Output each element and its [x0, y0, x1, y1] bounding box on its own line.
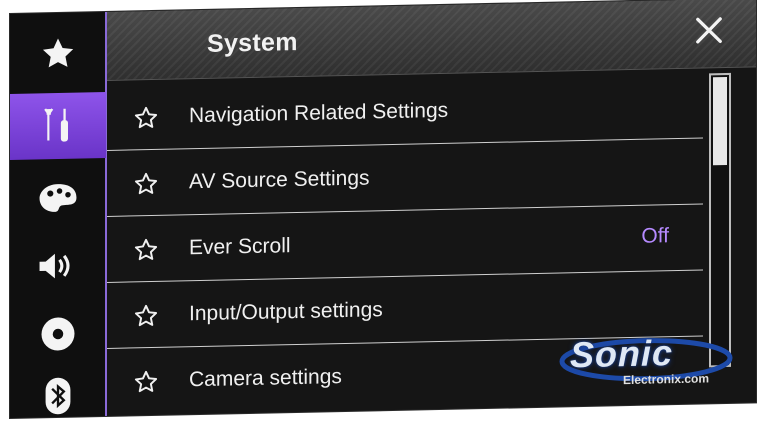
sidebar-item-bluetooth[interactable] — [10, 362, 105, 418]
list-item-label: Camera settings — [189, 365, 342, 392]
disc-icon — [41, 317, 74, 351]
favorite-star-icon[interactable] — [133, 171, 159, 198]
settings-list: Navigation Related Settings AV Source Se… — [107, 73, 703, 415]
palette-icon — [39, 184, 76, 212]
list-item-label: Ever Scroll — [189, 234, 291, 260]
list-item-label: Input/Output settings — [189, 298, 383, 326]
favorite-star-icon[interactable] — [133, 303, 159, 330]
header-bar: System — [107, 0, 756, 81]
favorite-star-icon[interactable] — [133, 105, 159, 132]
list-item-label: AV Source Settings — [189, 166, 370, 194]
sidebar-item-audio[interactable] — [10, 232, 105, 300]
sidebar-item-system[interactable] — [10, 91, 106, 160]
page-title: System — [207, 27, 298, 58]
ever-scroll-value: Off — [641, 224, 669, 248]
scrollbar-thumb[interactable] — [713, 76, 727, 166]
head-unit-screen: System Navigation Related Settings AV So… — [10, 0, 756, 418]
tools-icon — [44, 108, 68, 142]
list-item-navigation-settings[interactable]: Navigation Related Settings — [107, 73, 703, 151]
list-item-input-output-settings[interactable]: Input/Output settings — [107, 271, 703, 349]
speaker-icon — [39, 253, 70, 279]
list-item-camera-settings[interactable]: Camera settings — [107, 337, 703, 413]
list-item-av-source-settings[interactable]: AV Source Settings — [107, 139, 703, 217]
scrollbar[interactable] — [709, 72, 731, 368]
list-item-ever-scroll[interactable]: Ever Scroll Off — [107, 205, 703, 283]
bluetooth-icon — [45, 377, 70, 415]
sidebar — [10, 11, 107, 418]
sidebar-item-theme[interactable] — [10, 164, 105, 232]
list-item-label: Navigation Related Settings — [189, 98, 449, 128]
close-icon — [696, 17, 722, 44]
close-button[interactable] — [692, 13, 726, 48]
sidebar-item-favorites[interactable] — [10, 20, 105, 88]
favorite-star-icon[interactable] — [133, 369, 159, 396]
sidebar-item-disc[interactable] — [10, 300, 105, 368]
favorite-star-icon[interactable] — [133, 237, 159, 264]
star-icon — [42, 38, 73, 68]
